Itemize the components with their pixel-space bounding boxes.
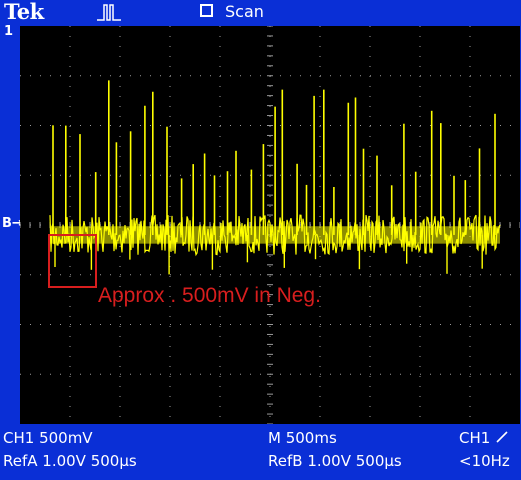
channel-1-scale: CH1 500mV [3,429,93,447]
reference-a-info: RefA 1.00V 500µs [3,452,137,470]
reference-b-info: RefB 1.00V 500µs [268,452,402,470]
top-status-bar: Tek Scan [0,0,521,25]
trigger-pulse-icon [97,2,123,26]
ground-level-label: B [2,216,12,231]
rising-edge-icon [495,430,509,448]
timebase-readout: M 500ms [268,429,337,447]
annotation-text: Approx . 500mV in Neg. [98,284,321,307]
brand-logo: Tek [4,0,44,24]
trigger-source-label: CH1 [459,429,491,447]
trigger-frequency: <10Hz [459,452,510,470]
trigger-source: CH1 [459,429,509,448]
channel-1-marker: 1 [4,24,14,39]
oscilloscope-display [20,26,520,424]
acquisition-mode-label: Scan [225,2,264,21]
annotation-box [48,234,97,288]
acquisition-checkbox-icon [200,4,213,17]
